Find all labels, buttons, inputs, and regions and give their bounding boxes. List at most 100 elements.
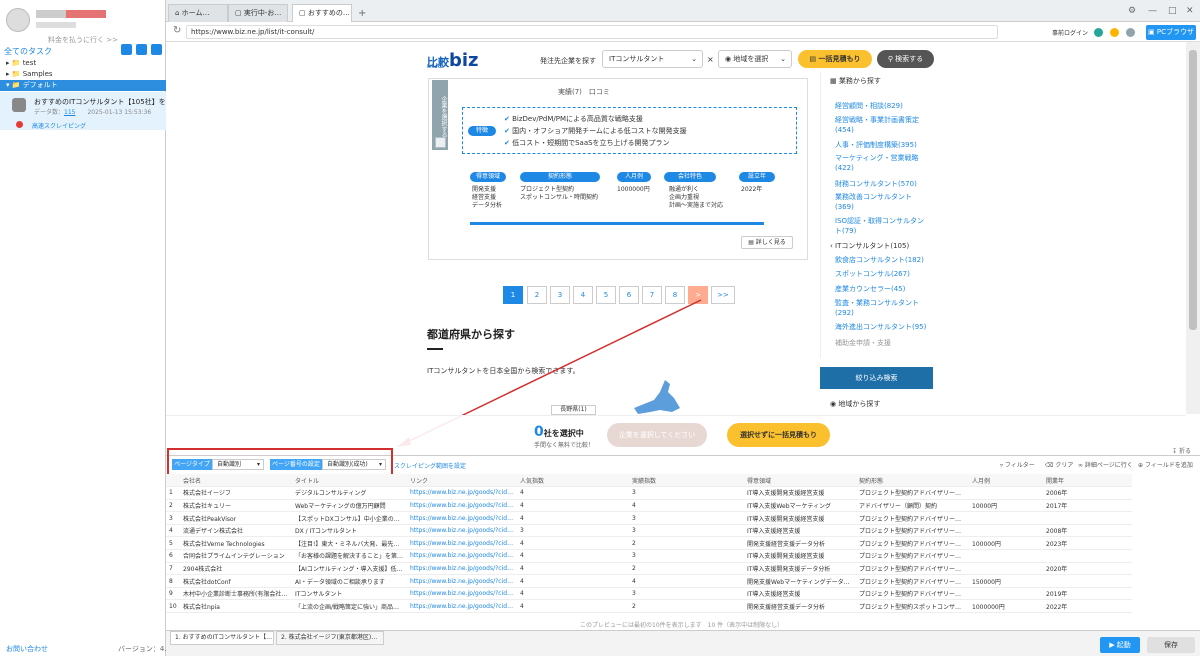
table-row[interactable]: 2 株式会社キュリー Webマーケティングの億万円顧問 https://www.biz…	[166, 499, 1132, 513]
column-header[interactable]: 実績指数	[629, 474, 744, 488]
column-header[interactable]: タイトル	[292, 474, 407, 488]
new-folder-icon[interactable]	[151, 44, 162, 55]
category-link[interactable]: スポットコンサル(267)	[835, 269, 927, 279]
category-link[interactable]: 業務改善コンサルタント(369)	[835, 192, 927, 212]
data-table: 会社名 タイトル リンク 人気指数 実績指数 得意領域 契約形態 人月例 開業年…	[166, 474, 1132, 614]
area-select[interactable]: ◉ 地域を選択 ⌄	[718, 50, 792, 68]
detail-page-button[interactable]: ∞ 詳細ページに行く	[1078, 460, 1133, 469]
table-row[interactable]: 7 2904株式会社 【AIコンサルティング・導入支援】低額… https://www…	[166, 562, 1132, 576]
last-page-button[interactable]: >>	[711, 286, 735, 304]
extension-icon[interactable]	[1094, 28, 1103, 37]
horizontal-scroll-indicator[interactable]	[470, 222, 764, 225]
download-icon[interactable]	[121, 44, 132, 55]
table-row[interactable]: 9 木村中小企業診断士事務所(有限会社エ… ITコンサルタント https://www…	[166, 587, 1132, 601]
table-row[interactable]: 4 流通デザイン株式会社 DX / ITコンサルタント https://www.biz…	[166, 524, 1132, 538]
column-header[interactable]: 会社名	[180, 474, 292, 488]
table-cell: 4	[517, 549, 629, 563]
task-status[interactable]: 高速スクレイピング	[32, 121, 86, 130]
scrape-range-link[interactable]: スクレイピング範囲を設定	[394, 461, 466, 470]
reload-icon[interactable]: ↻	[173, 25, 181, 36]
fold-button[interactable]: ↧ 折る	[1172, 446, 1191, 455]
column-header[interactable]	[166, 474, 180, 488]
table-row[interactable]: 3 株式会社PeakVisor 【スポットDXコンサル】中小企業のた… https:/…	[166, 511, 1132, 525]
category-link[interactable]: 人事・評価制度構築(395)	[835, 140, 927, 150]
close-button[interactable]: ✕	[1186, 6, 1194, 16]
column-header[interactable]: 人気指数	[517, 474, 629, 488]
tab-home[interactable]: ⌂ ホーム…	[168, 4, 228, 22]
column-header[interactable]: リンク	[407, 474, 517, 488]
all-tasks-label[interactable]: 全てのタスク	[4, 46, 52, 57]
user-icon[interactable]	[1126, 28, 1135, 37]
table-cell-link[interactable]: https://www.biz.ne.jp/goods/?cid=104016…	[407, 499, 517, 513]
settings-icon[interactable]: ⚙	[1128, 6, 1136, 16]
select-company-button[interactable]: 企業を選択してください	[607, 423, 707, 447]
table-cell-link[interactable]: https://www.biz.ne.jp/goods/?cid=103974…	[407, 587, 517, 601]
category-link[interactable]: 飲食店コンサルタント(182)	[835, 255, 927, 265]
table-cell-link[interactable]: https://www.biz.ne.jp/goods/?cid=104312…	[407, 562, 517, 576]
table-row[interactable]: 5 株式会社Verne Technologies 【注目!】東大・ミネルバ大発、最先…	[166, 536, 1132, 551]
chevron-down-icon: ⌄	[691, 55, 697, 63]
category-link[interactable]: 監査・業務コンサルタント(292)	[835, 298, 927, 318]
tab-active[interactable]: ▢ おすすめの…	[292, 4, 352, 22]
table-cell-link[interactable]: https://www.biz.ne.jp/goods/?cid=104116…	[407, 549, 517, 563]
table-row[interactable]: 1 株式会社イージフ デジタルコンサルティング https://www.biz.ne.…	[166, 486, 1132, 500]
category-link[interactable]: 経営顧問・相談(829)	[835, 101, 927, 111]
scrollbar-thumb[interactable]	[1189, 50, 1197, 330]
category-link[interactable]: 財務コンサルタント(570)	[835, 179, 927, 189]
category-link[interactable]: ISO認証・取得コンサルタント(79)	[835, 216, 927, 236]
category-link-muted[interactable]: 補助金申請・支援	[835, 338, 891, 348]
data-count[interactable]: 115	[64, 109, 75, 116]
current-category-label: ITコンサルタント(105)	[835, 242, 910, 250]
category-link[interactable]: 海外進出コンサルタント(95)	[835, 322, 927, 332]
table-row[interactable]: 6 合同会社プライムインテグレーション 「お客様の課題を解決すること」を第一… htt…	[166, 549, 1132, 563]
minimize-button[interactable]: —	[1148, 6, 1157, 16]
region-search-label: 地域から探す	[838, 400, 881, 408]
tree-folder-test[interactable]: ▸ 📁 test	[0, 58, 166, 69]
tree-folder-default[interactable]: ▾ 📁 デフォルト	[0, 80, 166, 91]
table-cell-link[interactable]: https://www.biz.ne.jp/goods/?cid=103214…	[407, 524, 517, 538]
table-cell-link[interactable]: https://www.biz.ne.jp/goods/?cid=104059…	[407, 536, 517, 551]
column-header[interactable]: 契約形態	[856, 474, 969, 488]
table-cell-link[interactable]: https://www.biz.ne.jp/goods/?cid=103218…	[407, 574, 517, 588]
table-row[interactable]: 8 株式会社dotConf AI・データ領域のご相談承ります https://www.…	[166, 574, 1132, 588]
bottom-tab[interactable]: 2. 株式会社イージフ(東京都港区)…	[276, 631, 384, 645]
new-file-icon[interactable]	[136, 44, 147, 55]
clear-button[interactable]: ⌫ クリア	[1045, 460, 1073, 469]
table-cell-link[interactable]: https://www.biz.ne.jp/goods/?cid=104384…	[407, 599, 517, 614]
narrow-search-button[interactable]: 絞り込み検索	[820, 367, 933, 389]
save-button[interactable]: 保存	[1147, 637, 1195, 653]
maximize-button[interactable]: □	[1168, 6, 1177, 16]
search-button[interactable]: ⚲ 検索する	[877, 50, 934, 68]
new-tab-button[interactable]: +	[358, 8, 366, 19]
table-cell-link[interactable]: https://www.biz.ne.jp/goods/?cid=103698…	[407, 486, 517, 500]
bottom-tab[interactable]: 1. おすすめのITコンサルタント【…	[170, 631, 274, 645]
pre-login-link[interactable]: 事前ログイン	[1052, 28, 1088, 37]
avatar[interactable]	[6, 8, 30, 32]
column-header[interactable]: 開業年	[1043, 474, 1132, 488]
column-header[interactable]: 得意領域	[744, 474, 856, 488]
tab-running[interactable]: ▢ 実行中-お…	[228, 4, 288, 22]
pc-browser-button[interactable]: ▣ PCブラウザ	[1146, 25, 1196, 40]
table-cell: 3	[166, 511, 180, 525]
estimate-without-select-button[interactable]: 選択せずに一括見積もり	[727, 423, 830, 447]
url-input[interactable]: https://www.biz.ne.jp/list/it-consult/	[186, 25, 998, 39]
column-header[interactable]: 人月例	[969, 474, 1043, 488]
select-checkbox[interactable]	[435, 137, 446, 148]
category-select[interactable]: ITコンサルタント ⌄	[602, 50, 703, 68]
table-cell: 3	[629, 486, 744, 500]
category-link[interactable]: マーケティング・営業戦略(422)	[835, 153, 927, 173]
table-cell-link[interactable]: https://www.biz.ne.jp/goods/?cid=102775…	[407, 511, 517, 525]
category-link[interactable]: 産業カウンセラー(45)	[835, 284, 927, 294]
category-link[interactable]: 経営戦略・事業計画書策定(454)	[835, 115, 927, 135]
filter-button[interactable]: ▿ フィルター	[1000, 460, 1035, 469]
record-review-tabs[interactable]: 実績(7) 口コミ	[558, 87, 610, 97]
extension-icon[interactable]	[1110, 28, 1119, 37]
details-button[interactable]: ▤ 詳しく見る	[741, 236, 793, 249]
tree-folder-samples[interactable]: ▸ 📁 Samples	[0, 69, 166, 80]
contact-link[interactable]: お問い合わせ	[6, 644, 48, 654]
task-title[interactable]: おすすめのITコンサルタント【105社】を…	[34, 97, 173, 107]
add-field-button[interactable]: ⊕ フィールドを追加	[1138, 460, 1193, 469]
bulk-estimate-button[interactable]: ▤ 一括見積もり	[798, 50, 872, 68]
run-button[interactable]: ▶ 起動	[1100, 637, 1140, 653]
table-row[interactable]: 10 株式会社npia 「上流の企画/戦略策定に強い」商品費… https://www…	[166, 599, 1132, 614]
